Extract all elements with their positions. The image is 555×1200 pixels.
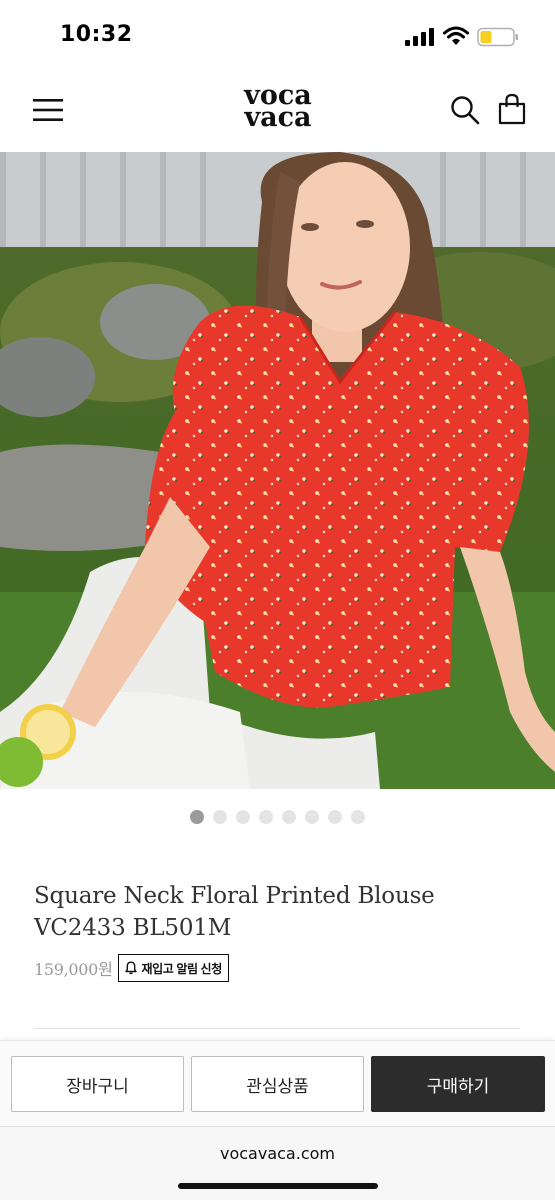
carousel-dot-2[interactable] <box>213 810 227 824</box>
carousel-dot-6[interactable] <box>305 810 319 824</box>
carousel-dot-7[interactable] <box>328 810 342 824</box>
carousel-dot-4[interactable] <box>259 810 273 824</box>
home-indicator[interactable] <box>178 1183 378 1189</box>
shopping-bag-icon[interactable] <box>497 93 527 125</box>
wishlist-button[interactable]: 관심상품 <box>191 1056 364 1112</box>
product-title: Square Neck Floral Printed Blouse VC2433… <box>34 883 435 941</box>
battery-icon <box>477 27 518 47</box>
logo-line-2: vaca <box>244 102 312 133</box>
product-image[interactable] <box>0 152 555 789</box>
price-row: 159,000원 재입고 알림 신청 <box>34 954 229 982</box>
restock-alert-label: 재입고 알림 신청 <box>141 961 222 976</box>
carousel-dot-5[interactable] <box>282 810 296 824</box>
search-icon[interactable] <box>450 95 480 125</box>
carousel-dot-3[interactable] <box>236 810 250 824</box>
bell-icon <box>125 961 138 975</box>
status-bar: 10:32 <box>0 0 555 70</box>
purchase-action-bar: 장바구니 관심상품 구매하기 <box>0 1040 555 1126</box>
buy-now-button[interactable]: 구매하기 <box>371 1056 545 1112</box>
restock-alert-button[interactable]: 재입고 알림 신청 <box>118 954 229 982</box>
carousel-dot-8[interactable] <box>351 810 365 824</box>
carousel-dot-1[interactable] <box>190 810 204 824</box>
divider <box>34 1028 520 1029</box>
status-time: 10:32 <box>60 22 133 47</box>
browser-url[interactable]: vocavaca.com <box>0 1144 555 1163</box>
cellular-signal-icon <box>405 28 434 46</box>
product-price: 159,000원 <box>34 960 113 979</box>
hamburger-menu-icon[interactable] <box>33 97 63 123</box>
site-header: voca vaca <box>0 70 555 265</box>
image-carousel-dots <box>0 810 555 826</box>
browser-url-bar[interactable]: vocavaca.com <box>0 1126 555 1200</box>
brand-logo[interactable]: voca vaca <box>230 82 326 133</box>
add-to-cart-button[interactable]: 장바구니 <box>11 1056 184 1112</box>
product-photo <box>0 152 555 789</box>
wifi-icon <box>443 26 469 45</box>
